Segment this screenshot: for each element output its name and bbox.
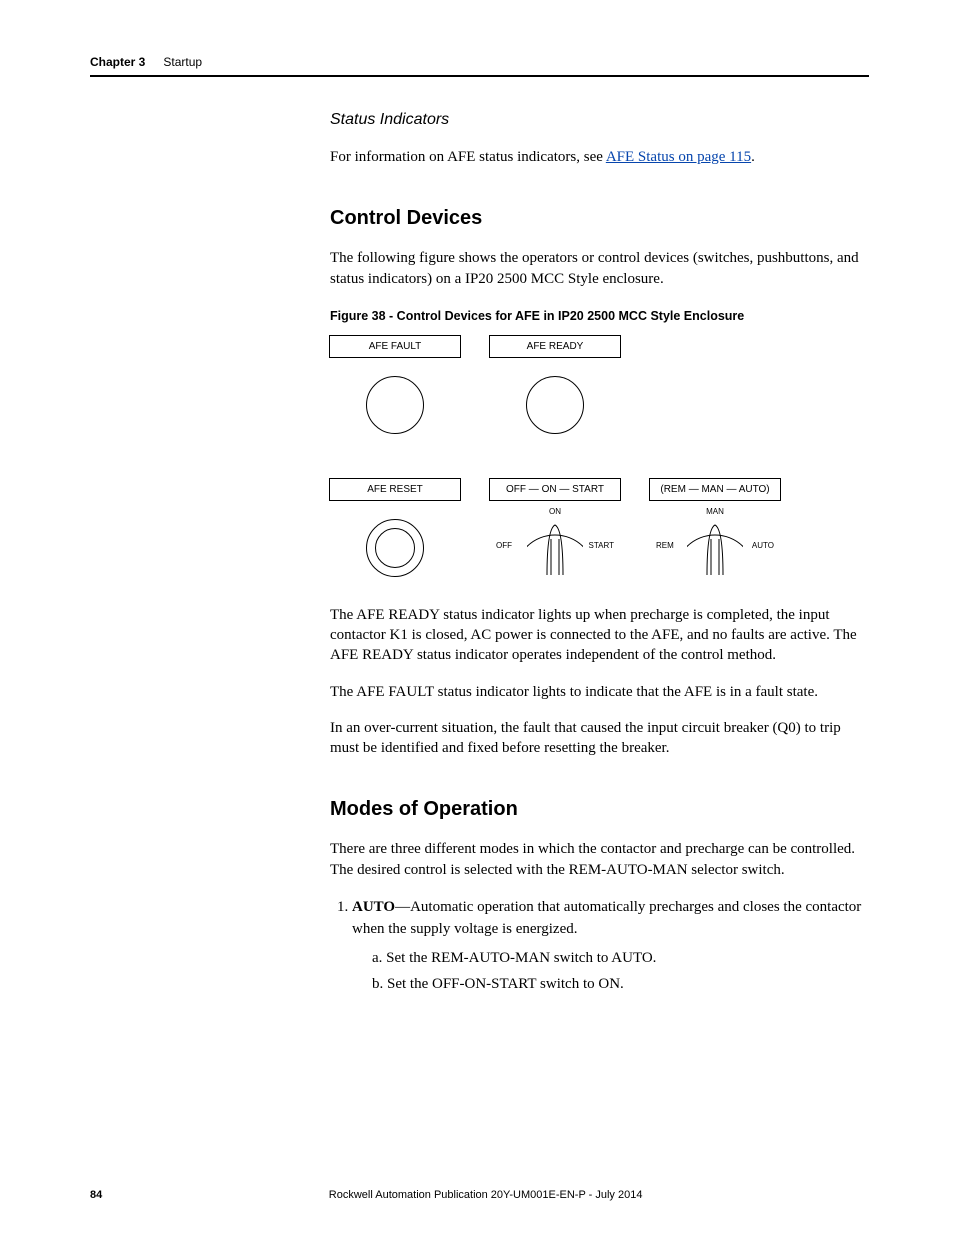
afe-ready-paragraph: The AFE READY status indicator lights up… xyxy=(330,605,869,666)
afe-fault-paragraph: The AFE FAULT status indicator lights to… xyxy=(330,682,869,702)
chapter-title: Startup xyxy=(163,55,202,69)
sw1-left: OFF xyxy=(496,541,512,550)
label-off-on-start: OFF — ON — START xyxy=(489,478,621,501)
label-rem-man-auto: (REM — MAN — AUTO) xyxy=(649,478,781,501)
selector-icon xyxy=(527,519,583,575)
mode-auto-sublist: a. Set the REM-AUTO-MAN switch to AUTO. … xyxy=(372,947,869,996)
sw2-top: MAN xyxy=(650,507,780,516)
afe-status-link[interactable]: AFE Status on page 115 xyxy=(606,149,751,165)
overcurrent-paragraph: In an over-current situation, the fault … xyxy=(330,718,869,759)
sw1-top: ON xyxy=(490,507,620,516)
chapter-label: Chapter 3 xyxy=(90,55,145,69)
modes-intro: There are three different modes in which… xyxy=(330,839,869,880)
control-off-on-start: OFF — ON — START ON OFF START xyxy=(490,478,620,577)
modes-list: AUTO—Automatic operation that automatica… xyxy=(352,896,869,996)
page-number: 84 xyxy=(90,1189,102,1201)
label-afe-reset: AFE RESET xyxy=(329,478,461,501)
control-afe-fault: AFE FAULT xyxy=(330,335,460,434)
mode-auto-label: AUTO xyxy=(352,899,395,915)
subheading-status-indicators: Status Indicators xyxy=(330,111,869,129)
mode-auto-step-b: b. Set the OFF-ON-START switch to ON. xyxy=(372,973,869,996)
figure-caption: Figure 38 - Control Devices for AFE in I… xyxy=(330,309,869,323)
control-afe-reset: AFE RESET xyxy=(330,478,460,577)
header-rule xyxy=(90,75,869,77)
heading-control-devices: Control Devices xyxy=(330,207,869,230)
sw2-left: REM xyxy=(656,541,674,550)
selector-icon xyxy=(687,519,743,575)
status-paragraph: For information on AFE status indicators… xyxy=(330,147,869,167)
mode-auto-item: AUTO—Automatic operation that automatica… xyxy=(352,896,869,996)
lamp-afe-ready xyxy=(526,376,584,434)
lamp-afe-fault xyxy=(366,376,424,434)
selector-off-on-start: ON OFF START xyxy=(490,519,620,575)
status-text-after: . xyxy=(751,149,755,165)
control-afe-ready: AFE READY xyxy=(490,335,620,434)
page-footer: 84 Rockwell Automation Publication 20Y-U… xyxy=(90,1189,869,1201)
pushbutton-afe-reset xyxy=(366,519,424,577)
sw1-right: START xyxy=(589,541,614,550)
control-rem-man-auto: (REM — MAN — AUTO) MAN REM AUTO xyxy=(650,478,780,577)
status-text-before: For information on AFE status indicators… xyxy=(330,149,606,165)
control-intro: The following figure shows the operators… xyxy=(330,248,869,289)
figure-row-2: AFE RESET OFF — ON — START ON OFF START xyxy=(330,478,869,577)
mode-auto-text: —Automatic operation that automatically … xyxy=(352,899,861,938)
publication-line: Rockwell Automation Publication 20Y-UM00… xyxy=(102,1189,869,1201)
label-afe-ready: AFE READY xyxy=(489,335,621,358)
heading-modes-of-operation: Modes of Operation xyxy=(330,798,869,821)
selector-rem-man-auto: MAN REM AUTO xyxy=(650,519,780,575)
sw2-right: AUTO xyxy=(752,541,774,550)
mode-auto-step-a: a. Set the REM-AUTO-MAN switch to AUTO. xyxy=(372,947,869,970)
label-afe-fault: AFE FAULT xyxy=(329,335,461,358)
figure-row-1: AFE FAULT AFE READY xyxy=(330,335,869,434)
